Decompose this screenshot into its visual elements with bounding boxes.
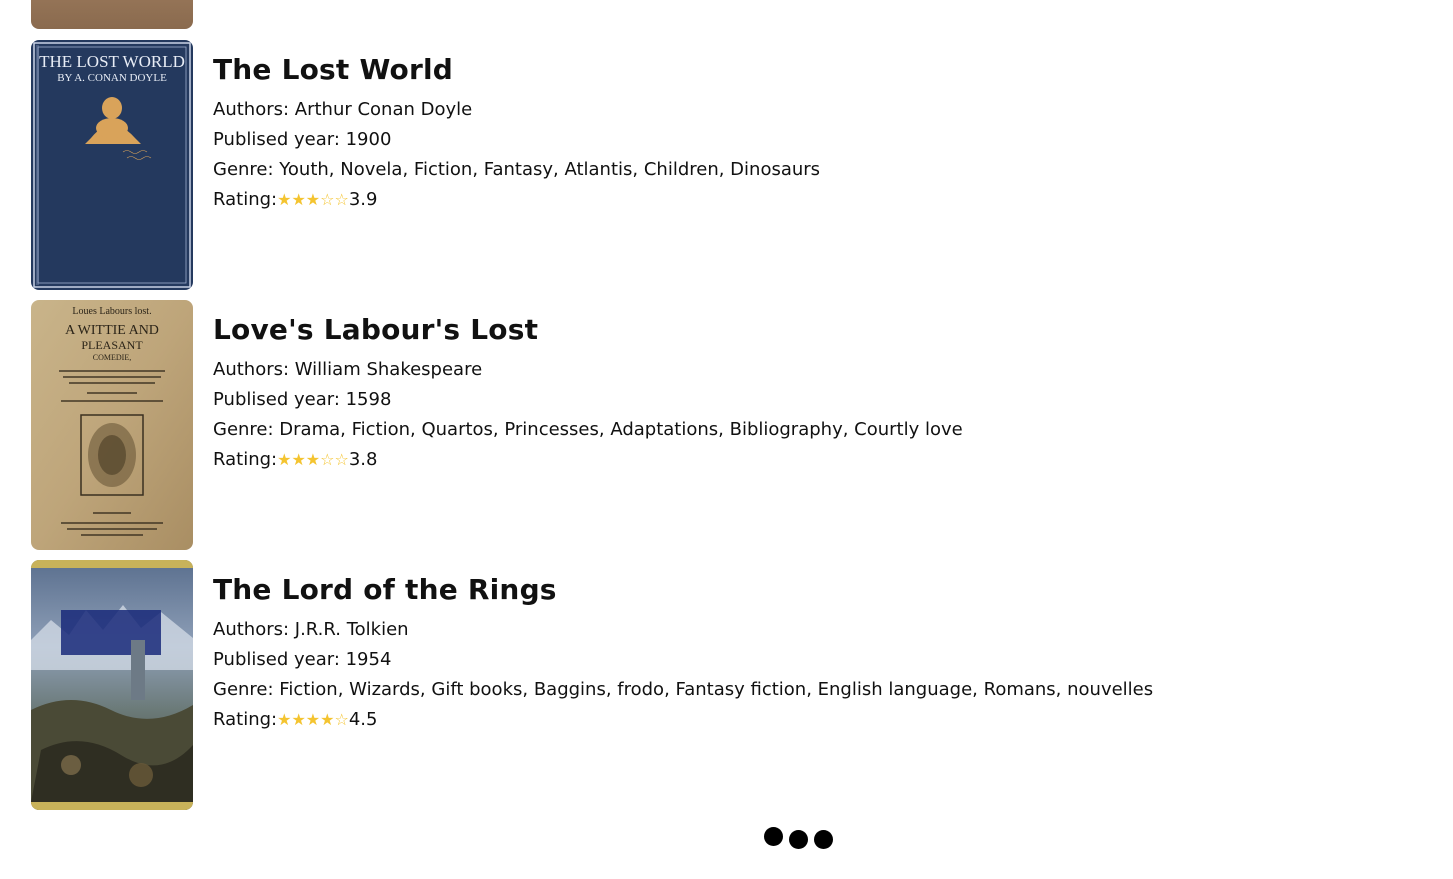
book-cover[interactable]: Loues Labours lost. A WITTIE AND PLEASAN…: [31, 300, 193, 550]
cover-author-text: BY A. CONAN DOYLE: [57, 72, 167, 84]
cover-title-text: THE LOST WORLD: [39, 52, 185, 71]
rating-value: 4.5: [348, 709, 378, 730]
rating-label: Rating:: [213, 449, 278, 470]
cover-subtitle-text: A WITTIE AND: [65, 323, 159, 338]
loading-dot: [789, 830, 808, 849]
rating-value: 3.8: [348, 449, 378, 470]
book-item[interactable]: The Lord of the Rings Authors: J.R.R. To…: [31, 560, 1411, 810]
book-rating: Rating:★★★★☆4.5: [213, 705, 1153, 735]
book-list: THE LOST WORLD BY A. CONAN DOYLE The Los…: [0, 0, 1453, 879]
book-genre: Genre: Drama, Fiction, Quartos, Princess…: [213, 419, 963, 440]
rating-value: 3.9: [348, 189, 378, 210]
book-title[interactable]: The Lost World: [213, 51, 820, 89]
book-year: Publised year: 1598: [213, 389, 392, 410]
book-genre: Genre: Youth, Novela, Fiction, Fantasy, …: [213, 159, 821, 180]
book-info: The Lost World Authors: Arthur Conan Doy…: [213, 51, 820, 215]
book-title[interactable]: The Lord of the Rings: [213, 571, 1153, 609]
book-genre: Genre: Fiction, Wizards, Gift books, Bag…: [213, 679, 1154, 700]
cover-title-text: Loues Labours lost.: [72, 306, 151, 317]
book-item[interactable]: THE LOST WORLD BY A. CONAN DOYLE The Los…: [31, 40, 1411, 290]
book-info: Love's Labour's Lost Authors: William Sh…: [213, 311, 963, 475]
book-year: Publised year: 1954: [213, 649, 392, 670]
book-item[interactable]: Loues Labours lost. A WITTIE AND PLEASAN…: [31, 300, 1411, 550]
star-rating-icon: ★★★★☆: [277, 710, 349, 729]
book-authors: Authors: Arthur Conan Doyle: [213, 99, 473, 120]
book-cover[interactable]: THE LOST WORLD BY A. CONAN DOYLE: [31, 40, 193, 290]
loading-dots-icon: [763, 826, 843, 852]
book-year: Publised year: 1900: [213, 129, 392, 150]
rating-label: Rating:: [213, 709, 278, 730]
cover-subtitle-text: COMEDIE,: [93, 353, 131, 362]
book-rating: Rating:★★★☆☆3.9: [213, 185, 820, 215]
star-rating-icon: ★★★☆☆: [277, 190, 349, 209]
book-authors: Authors: J.R.R. Tolkien: [213, 619, 409, 640]
book-title[interactable]: Love's Labour's Lost: [213, 311, 963, 349]
loading-dot: [814, 830, 833, 849]
loading-dot: [764, 827, 783, 846]
book-cover[interactable]: [31, 560, 193, 810]
book-info: The Lord of the Rings Authors: J.R.R. To…: [213, 571, 1153, 735]
book-cover-partial[interactable]: [31, 0, 193, 29]
rating-label: Rating:: [213, 189, 278, 210]
book-rating: Rating:★★★☆☆3.8: [213, 445, 963, 475]
cover-subtitle-text: PLEASANT: [81, 338, 143, 352]
book-authors: Authors: William Shakespeare: [213, 359, 483, 380]
star-rating-icon: ★★★☆☆: [277, 450, 349, 469]
